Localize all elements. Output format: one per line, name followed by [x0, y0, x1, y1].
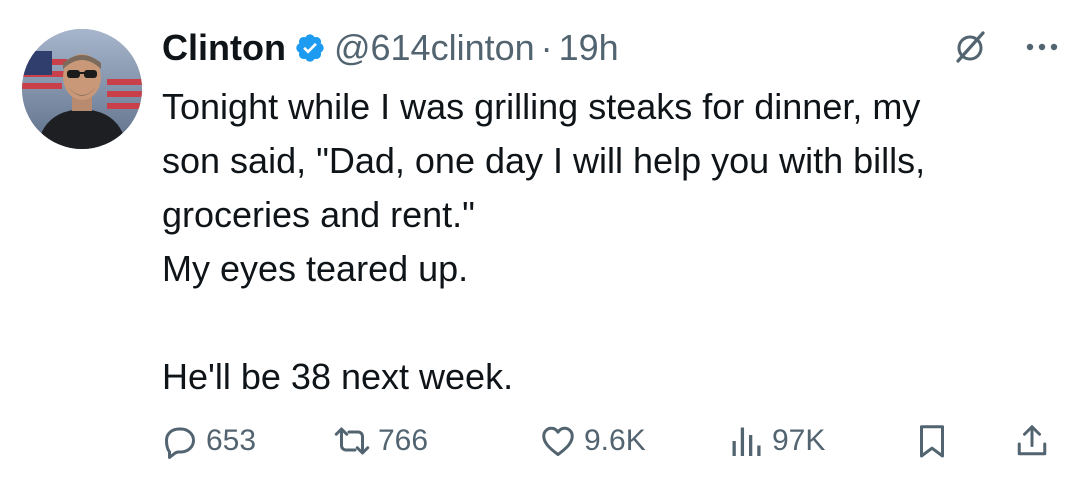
- share-button[interactable]: [1014, 418, 1058, 464]
- verified-badge-icon: [294, 32, 326, 64]
- views-chart-icon: [728, 423, 764, 459]
- views-count: 97K: [772, 424, 826, 457]
- reply-count: 653: [206, 424, 257, 457]
- tweet-timestamp[interactable]: 19h: [559, 27, 619, 69]
- tweet-card: Clinton @614clinton · 19h Tonight while …: [0, 0, 1080, 485]
- like-count: 9.6K: [584, 424, 646, 457]
- repost-button[interactable]: 766: [334, 418, 428, 464]
- like-button[interactable]: 9.6K: [540, 418, 646, 464]
- reply-button[interactable]: 653: [162, 418, 256, 464]
- repost-icon: [334, 423, 370, 459]
- bookmark-icon: [914, 423, 950, 459]
- header-separator: ·: [540, 27, 553, 68]
- action-bar: 653 766 9.6K 97K: [162, 418, 1062, 464]
- heart-icon: [540, 423, 576, 459]
- more-dots-icon[interactable]: [1022, 40, 1062, 54]
- tweet-text: Tonight while I was grilling steaks for …: [162, 86, 926, 397]
- bookmark-button[interactable]: [914, 418, 958, 464]
- author-handle[interactable]: @614clinton: [334, 27, 535, 69]
- avatar[interactable]: [22, 29, 142, 149]
- views-button[interactable]: 97K: [728, 418, 825, 464]
- reply-icon: [162, 423, 198, 459]
- repost-count: 766: [378, 424, 429, 457]
- share-icon: [1014, 423, 1050, 459]
- grok-icon[interactable]: [950, 27, 990, 67]
- author-name[interactable]: Clinton: [162, 27, 286, 69]
- tweet-header: Clinton @614clinton · 19h: [162, 24, 619, 72]
